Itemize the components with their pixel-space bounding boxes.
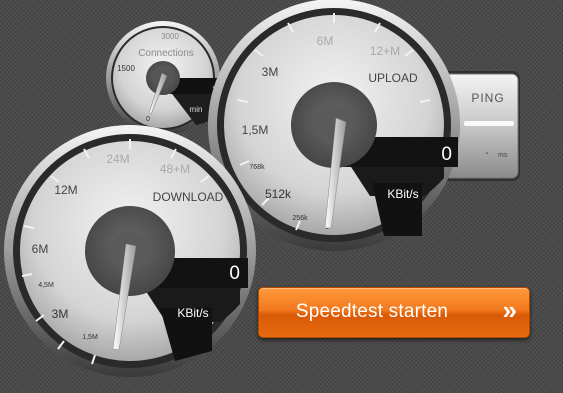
- double-chevron-right-icon: »: [502, 295, 517, 325]
- upload-tick-6m: 6M: [317, 34, 334, 48]
- download-value: 0: [229, 263, 240, 284]
- upload-tick-512k: 512k: [265, 187, 292, 201]
- connections-tick-1500: 1500: [117, 64, 135, 73]
- download-tick-12m: 12M: [54, 183, 77, 197]
- connections-unit: min: [190, 105, 203, 114]
- download-tick-6m: 6M: [32, 242, 49, 256]
- download-tick-48m: 48+M: [160, 162, 190, 176]
- download-title: DOWNLOAD: [153, 190, 224, 204]
- ping-unit: ms: [498, 152, 508, 159]
- ping-title: PING: [471, 91, 504, 105]
- upload-unit: KBit/s: [387, 187, 418, 201]
- start-button-label: Speedtest starten: [295, 301, 449, 322]
- upload-title: UPLOAD: [368, 71, 418, 85]
- connections-tick-3000: 3000: [161, 32, 179, 41]
- download-unit: KBit/s: [177, 306, 208, 320]
- upload-value: 0: [441, 144, 452, 165]
- upload-tick-3m: 3M: [262, 65, 279, 79]
- upload-tick-12m: 12+M: [370, 44, 400, 58]
- ping-value: -: [485, 148, 488, 159]
- connections-title: Connections: [138, 48, 194, 59]
- download-tick-4-5m: 4,5M: [38, 282, 54, 289]
- download-tick-1-5m: 1,5M: [82, 334, 98, 341]
- connections-gauge: - min Connections 3000 1500 0: [106, 21, 222, 135]
- speedtest-start-button[interactable]: Speedtest starten »: [258, 287, 530, 338]
- upload-tick-768k: 768k: [249, 164, 265, 171]
- connections-tick-0: 0: [146, 116, 150, 123]
- upload-tick-256k: 256k: [292, 215, 308, 222]
- download-tick-24m: 24M: [106, 152, 129, 166]
- download-gauge: 0 KBit/s DOWNLOAD 24M 48+M 12M 6M 4,5M 3…: [4, 125, 256, 377]
- download-tick-3m: 3M: [52, 307, 69, 321]
- upload-tick-1-5m: 1,5M: [242, 123, 269, 137]
